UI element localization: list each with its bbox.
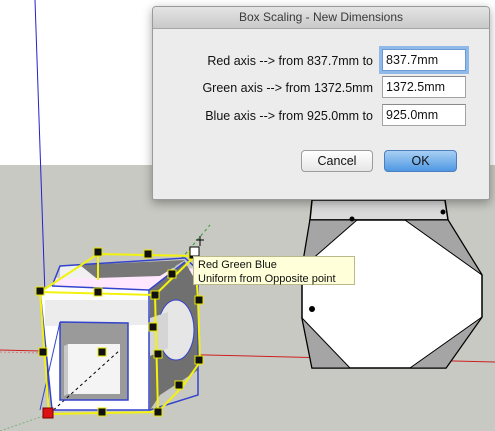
- cancel-button[interactable]: Cancel: [301, 150, 373, 172]
- opposite-point-grip[interactable]: [42, 407, 54, 419]
- green-axis-label: Green axis --> from 1372.5mm: [202, 81, 373, 95]
- tooltip-line-1: Red Green Blue: [198, 259, 277, 271]
- blue-axis-row: Blue axis --> from 925.0mm to: [153, 104, 489, 128]
- tooltip-line-2: Uniform from Opposite point: [198, 273, 336, 285]
- blue-axis-input[interactable]: [382, 104, 466, 126]
- red-axis-label: Red axis --> from 837.7mm to: [207, 54, 373, 68]
- ok-button[interactable]: OK: [384, 150, 457, 172]
- red-axis-input[interactable]: [382, 49, 466, 71]
- blue-axis-label: Blue axis --> from 925.0mm to: [205, 109, 373, 123]
- tooltip: Red Green Blue Uniform from Opposite poi…: [193, 256, 355, 285]
- dialog-title: Box Scaling - New Dimensions: [153, 7, 489, 29]
- red-axis-row: Red axis --> from 837.7mm to: [153, 49, 489, 73]
- box-scaling-dialog: Box Scaling - New Dimensions Red axis --…: [152, 6, 490, 200]
- green-axis-row: Green axis --> from 1372.5mm: [153, 76, 489, 100]
- green-axis-input[interactable]: [382, 76, 466, 98]
